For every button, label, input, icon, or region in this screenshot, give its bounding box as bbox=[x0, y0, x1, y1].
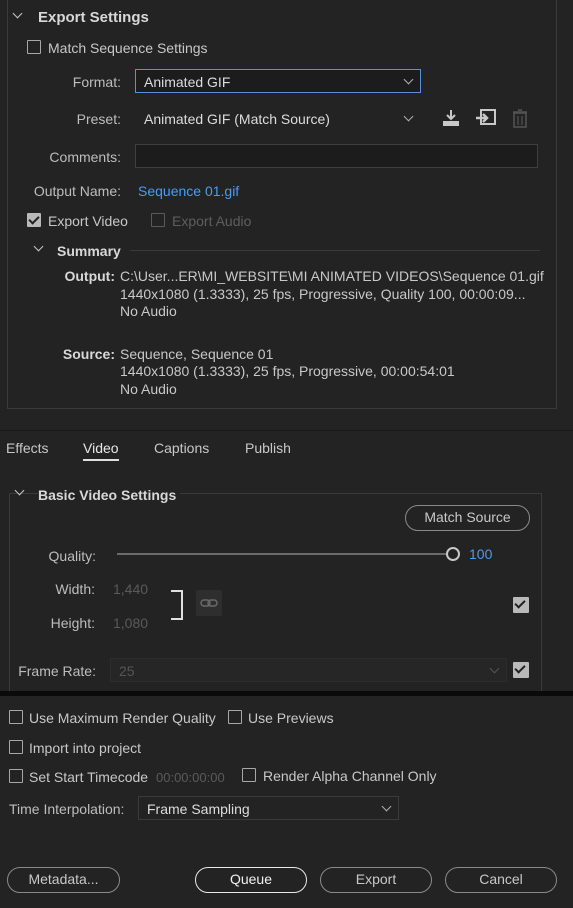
time-interp-value: Frame Sampling bbox=[147, 801, 250, 817]
max-render-label: Use Maximum Render Quality bbox=[29, 710, 216, 726]
export-button[interactable]: Export bbox=[320, 867, 432, 893]
summary-output-label: Output: bbox=[64, 268, 115, 284]
export-audio-label: Export Audio bbox=[172, 213, 252, 229]
summary-output-line-1: C:\User...ER\MI_WEBSITE\MI ANIMATED VIDE… bbox=[120, 268, 544, 284]
use-previews-label: Use Previews bbox=[248, 710, 334, 726]
render-alpha-checkbox[interactable] bbox=[242, 768, 256, 782]
frame-rate-dropdown[interactable]: 25 bbox=[110, 658, 507, 682]
export-settings-title: Export Settings bbox=[38, 9, 149, 26]
quality-slider-track[interactable] bbox=[117, 553, 449, 555]
panel-divider[interactable] bbox=[0, 691, 573, 696]
tab-effects[interactable]: Effects bbox=[6, 440, 49, 456]
set-start-tc-checkbox[interactable] bbox=[9, 769, 23, 783]
format-label: Format: bbox=[72, 74, 121, 90]
summary-source-line-1: Sequence, Sequence 01 bbox=[120, 346, 274, 362]
max-render-checkbox[interactable] bbox=[9, 710, 23, 724]
height-value: 1,080 bbox=[113, 615, 149, 631]
width-value: 1,440 bbox=[113, 581, 149, 597]
match-source-button[interactable]: Match Source bbox=[405, 505, 530, 531]
cancel-button[interactable]: Cancel bbox=[445, 867, 557, 893]
comments-field[interactable] bbox=[135, 144, 538, 168]
chevron-down-icon bbox=[403, 111, 414, 122]
tab-captions[interactable]: Captions bbox=[154, 440, 209, 456]
time-interp-label: Time Interpolation: bbox=[9, 801, 125, 817]
output-name-link[interactable]: Sequence 01.gif bbox=[138, 183, 239, 199]
quality-value[interactable]: 100 bbox=[469, 546, 492, 562]
import-preset-icon[interactable] bbox=[475, 108, 497, 128]
preset-label: Preset: bbox=[76, 111, 121, 127]
link-icon[interactable] bbox=[196, 590, 222, 616]
output-name-label: Output Name: bbox=[33, 183, 121, 199]
save-preset-icon[interactable] bbox=[441, 108, 461, 128]
dimension-bracket bbox=[171, 590, 183, 620]
preset-dropdown[interactable]: Animated GIF (Match Source) bbox=[135, 106, 421, 130]
set-start-tc-label: Set Start Timecode bbox=[29, 769, 149, 785]
import-project-label: Import into project bbox=[29, 740, 142, 756]
comments-label: Comments: bbox=[49, 149, 121, 165]
tab-video[interactable]: Video bbox=[83, 440, 119, 461]
dimensions-override-checkbox[interactable] bbox=[513, 597, 529, 613]
summary-divider bbox=[130, 250, 540, 251]
match-sequence-label: Match Sequence Settings bbox=[48, 40, 208, 56]
summary-source-line-3: No Audio bbox=[120, 381, 177, 397]
chevron-down-icon bbox=[403, 74, 414, 85]
export-video-label: Export Video bbox=[48, 213, 128, 229]
summary-title: Summary bbox=[57, 243, 121, 259]
format-value: Animated GIF bbox=[144, 74, 231, 90]
frame-rate-override-checkbox[interactable] bbox=[513, 662, 529, 678]
metadata-button[interactable]: Metadata... bbox=[7, 867, 120, 893]
tab-publish[interactable]: Publish bbox=[245, 440, 291, 456]
frame-rate-value: 25 bbox=[119, 663, 135, 679]
frame-rate-label: Frame Rate: bbox=[18, 663, 96, 679]
preset-value: Animated GIF (Match Source) bbox=[144, 111, 330, 127]
summary-source-line-2: 1440x1080 (1.3333), 25 fps, Progressive,… bbox=[120, 363, 455, 379]
summary-output-line-2: 1440x1080 (1.3333), 25 fps, Progressive,… bbox=[120, 286, 526, 302]
width-label: Width: bbox=[55, 581, 95, 597]
chevron-down-icon bbox=[489, 663, 500, 674]
height-label: Height: bbox=[50, 615, 95, 631]
chevron-down-icon bbox=[381, 801, 392, 812]
start-tc-value: 00:00:00:00 bbox=[156, 770, 225, 785]
import-project-checkbox[interactable] bbox=[9, 740, 23, 754]
time-interp-dropdown[interactable]: Frame Sampling bbox=[138, 796, 399, 820]
use-previews-checkbox[interactable] bbox=[228, 710, 242, 724]
match-sequence-checkbox[interactable] bbox=[27, 40, 41, 54]
queue-button[interactable]: Queue bbox=[195, 867, 307, 893]
quality-label: Quality: bbox=[48, 548, 96, 564]
quality-slider-handle[interactable] bbox=[446, 547, 460, 561]
summary-source-label: Source: bbox=[62, 346, 115, 362]
basic-video-title: Basic Video Settings bbox=[38, 487, 181, 503]
delete-preset-icon[interactable] bbox=[512, 108, 528, 128]
export-audio-checkbox[interactable] bbox=[151, 213, 165, 227]
format-dropdown[interactable]: Animated GIF bbox=[135, 69, 421, 93]
render-alpha-label: Render Alpha Channel Only bbox=[263, 768, 437, 784]
summary-output-line-3: No Audio bbox=[120, 303, 177, 319]
export-video-checkbox[interactable] bbox=[27, 213, 41, 227]
